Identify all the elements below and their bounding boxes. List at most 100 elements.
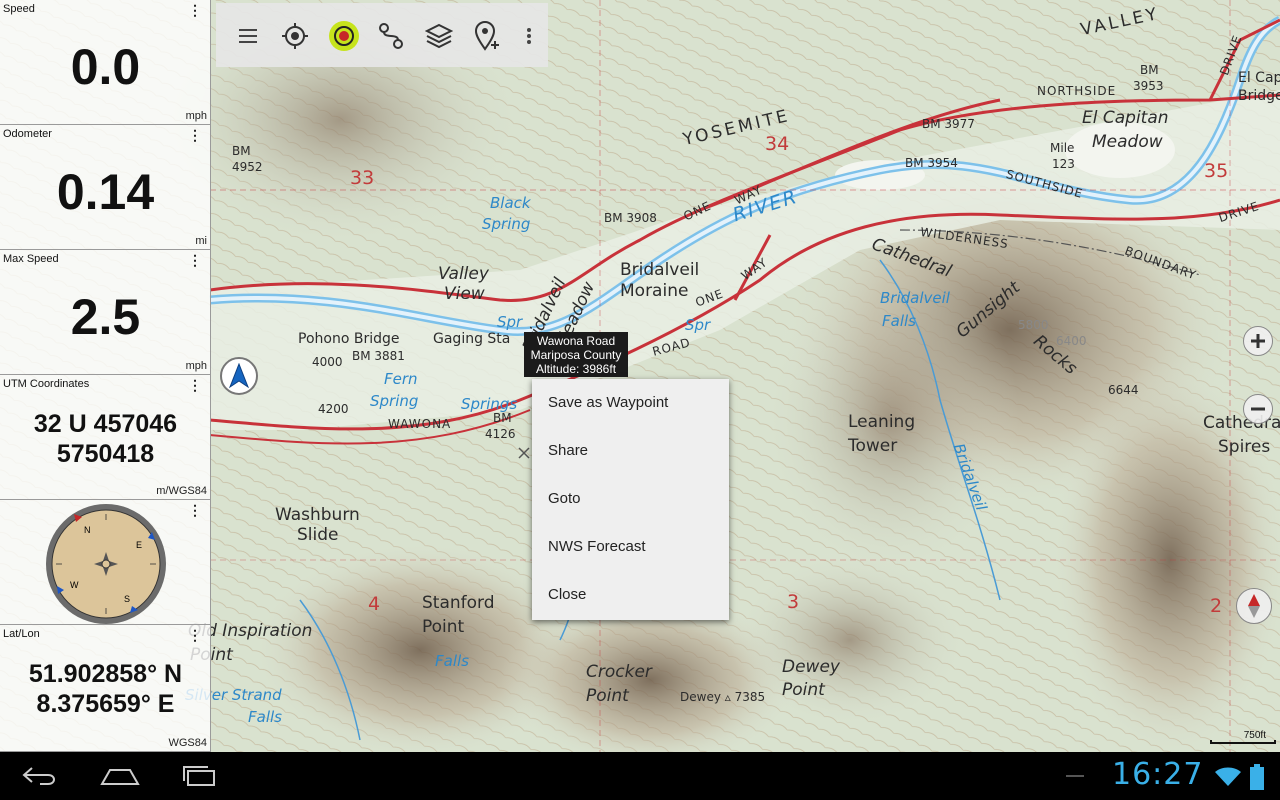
map-label-tower: Tower — [848, 436, 898, 456]
map-label-bm-4126: 4126 — [485, 427, 516, 441]
panel-title: UTM Coordinates — [3, 378, 90, 390]
panel-unit: mph — [185, 110, 207, 122]
home-button[interactable] — [98, 762, 142, 790]
map-label-spring: Spring — [482, 215, 531, 233]
map-label-wawona: WAWONA — [388, 417, 452, 431]
utm-panel[interactable]: UTM Coordinates ⋮ 32 U 457046 5750418 m/… — [0, 375, 211, 500]
map-toolbar — [216, 3, 548, 67]
map-label-bridalveil-falls: Bridalveil — [880, 289, 950, 307]
map-label-valley-view: Valley — [438, 264, 489, 284]
compass-letter-w: W — [70, 580, 79, 590]
map-label-washburn: Washburn — [275, 505, 360, 525]
status-clock: 16:27 — [1112, 757, 1204, 792]
map-label-bm-3954: BM 3954 — [905, 156, 958, 170]
compass-panel[interactable]: ⋮ N E S W — [0, 500, 211, 625]
zoom-out-button[interactable] — [1243, 394, 1273, 424]
map-section-2: 2 — [1210, 595, 1223, 617]
map-label-bridge: Bridge — [1238, 88, 1280, 104]
map-elev-4200: 4200 — [318, 402, 349, 416]
panel-menu-icon[interactable]: ⋮ — [188, 253, 202, 267]
compass-rose-icon — [44, 502, 168, 626]
longitude-value: 8.375659° E — [36, 690, 175, 718]
map-label-springs: Springs — [461, 395, 518, 413]
odometer-panel[interactable]: Odometer ⋮ 0.14 mi — [0, 125, 211, 250]
north-compass-button[interactable] — [1236, 588, 1272, 624]
map-section-34: 34 — [765, 133, 790, 155]
map-label-crocker: Crocker — [586, 662, 652, 682]
menu-item-share[interactable]: Share — [532, 427, 729, 475]
map-label-el-cap: El Cap — [1238, 70, 1280, 86]
panel-menu-icon[interactable]: ⋮ — [188, 628, 202, 642]
map-label-bm-c: BM — [493, 411, 512, 425]
utm-zone-easting: 32 U 457046 — [33, 410, 178, 438]
scale-line — [1210, 740, 1276, 744]
panel-unit: WGS84 — [168, 737, 207, 749]
map-label-bm-3908: BM 3908 — [604, 211, 657, 225]
recent-apps-button[interactable] — [178, 762, 222, 790]
map-label-bm-b: BM — [232, 144, 251, 158]
panel-title: Odometer — [3, 128, 52, 140]
record-track-icon[interactable] — [328, 20, 360, 52]
zoom-in-button[interactable] — [1243, 326, 1273, 356]
map-label-northside: NORTHSIDE — [1037, 84, 1117, 98]
map-label-leaning: Leaning — [848, 412, 916, 432]
map-label-bm-3953: 3953 — [1133, 79, 1164, 93]
map-label-spr-1: Spr — [497, 313, 523, 331]
map-label-spr-2: Spr — [685, 316, 711, 334]
map-label-fern: Fern — [384, 370, 418, 388]
menu-item-nws-forecast[interactable]: NWS Forecast — [532, 523, 729, 571]
panel-menu-icon[interactable]: ⋮ — [188, 128, 202, 142]
menu-item-goto[interactable]: Goto — [532, 475, 729, 523]
map-label-point-3: Point — [586, 686, 629, 706]
compass-letter-s: S — [124, 594, 131, 604]
menu-icon[interactable] — [232, 20, 264, 52]
lat-lon-panel[interactable]: Lat/Lon ⋮ 51.902858° N 8.375659° E WGS84 — [0, 625, 211, 752]
map-label-falls-2: Falls — [435, 652, 469, 670]
recent-apps-icon — [183, 766, 215, 786]
layers-icon[interactable] — [423, 20, 455, 52]
map-label-mile: Mile — [1050, 141, 1075, 155]
menu-item-save-waypoint[interactable]: Save as Waypoint — [532, 379, 729, 427]
panel-unit: mi — [195, 235, 207, 247]
map-label-meadow: Meadow — [1092, 132, 1163, 152]
map-label-bm-3977: BM 3977 — [922, 117, 975, 131]
scale-bar: 750ft — [1210, 730, 1276, 746]
tooltip-road: Wawona Road — [536, 334, 616, 348]
north-arrow-icon — [1248, 594, 1260, 618]
system-navigation-bar: 16:27 — [0, 752, 1280, 800]
tooltip-altitude: Altitude: 3986ft — [535, 362, 617, 376]
map-label-dewey: Dewey — [782, 657, 840, 677]
gps-position-arrow-icon[interactable] — [220, 357, 258, 395]
overflow-icon[interactable] — [516, 20, 542, 52]
selected-point-marker-icon — [517, 446, 531, 460]
speed-value: 0.0 — [70, 39, 141, 95]
back-button[interactable] — [18, 762, 62, 790]
location-tooltip: Wawona Road Mariposa County Altitude: 39… — [524, 332, 628, 377]
odometer-value: 0.14 — [56, 164, 155, 220]
add-waypoint-icon[interactable] — [471, 20, 503, 52]
panel-menu-icon[interactable]: ⋮ — [188, 503, 202, 517]
map-section-3: 3 — [787, 591, 800, 613]
wifi-icon — [1214, 766, 1242, 788]
compass-letter-n: N — [84, 525, 91, 535]
map-label-bm-a: BM — [1140, 63, 1159, 77]
map-label-bm-4952: 4952 — [232, 160, 263, 174]
map-section-35: 35 — [1204, 160, 1229, 182]
minus-icon — [1251, 407, 1265, 411]
map-label-el-capitan: El Capitan — [1082, 108, 1169, 128]
map-label-mile-123: 123 — [1052, 157, 1075, 171]
map-label-bm-3881: BM 3881 — [352, 349, 405, 363]
map-label-pohono-bridge: Pohono Bridge — [298, 331, 400, 347]
map-label-fern-spring: Spring — [370, 392, 419, 410]
panel-menu-icon[interactable]: ⋮ — [188, 3, 202, 17]
map-elev-5800: 5800 — [1018, 318, 1049, 332]
plus-icon — [1251, 334, 1265, 348]
utm-northing: 5750418 — [56, 440, 155, 468]
my-location-icon[interactable] — [279, 20, 311, 52]
menu-item-close[interactable]: Close — [532, 571, 729, 619]
max-speed-panel[interactable]: Max Speed ⋮ 2.5 mph — [0, 250, 211, 375]
context-menu: Save as Waypoint Share Goto NWS Forecast… — [532, 379, 729, 620]
panel-menu-icon[interactable]: ⋮ — [188, 378, 202, 392]
speed-panel[interactable]: Speed ⋮ 0.0 mph — [0, 0, 211, 125]
route-icon[interactable] — [375, 20, 407, 52]
